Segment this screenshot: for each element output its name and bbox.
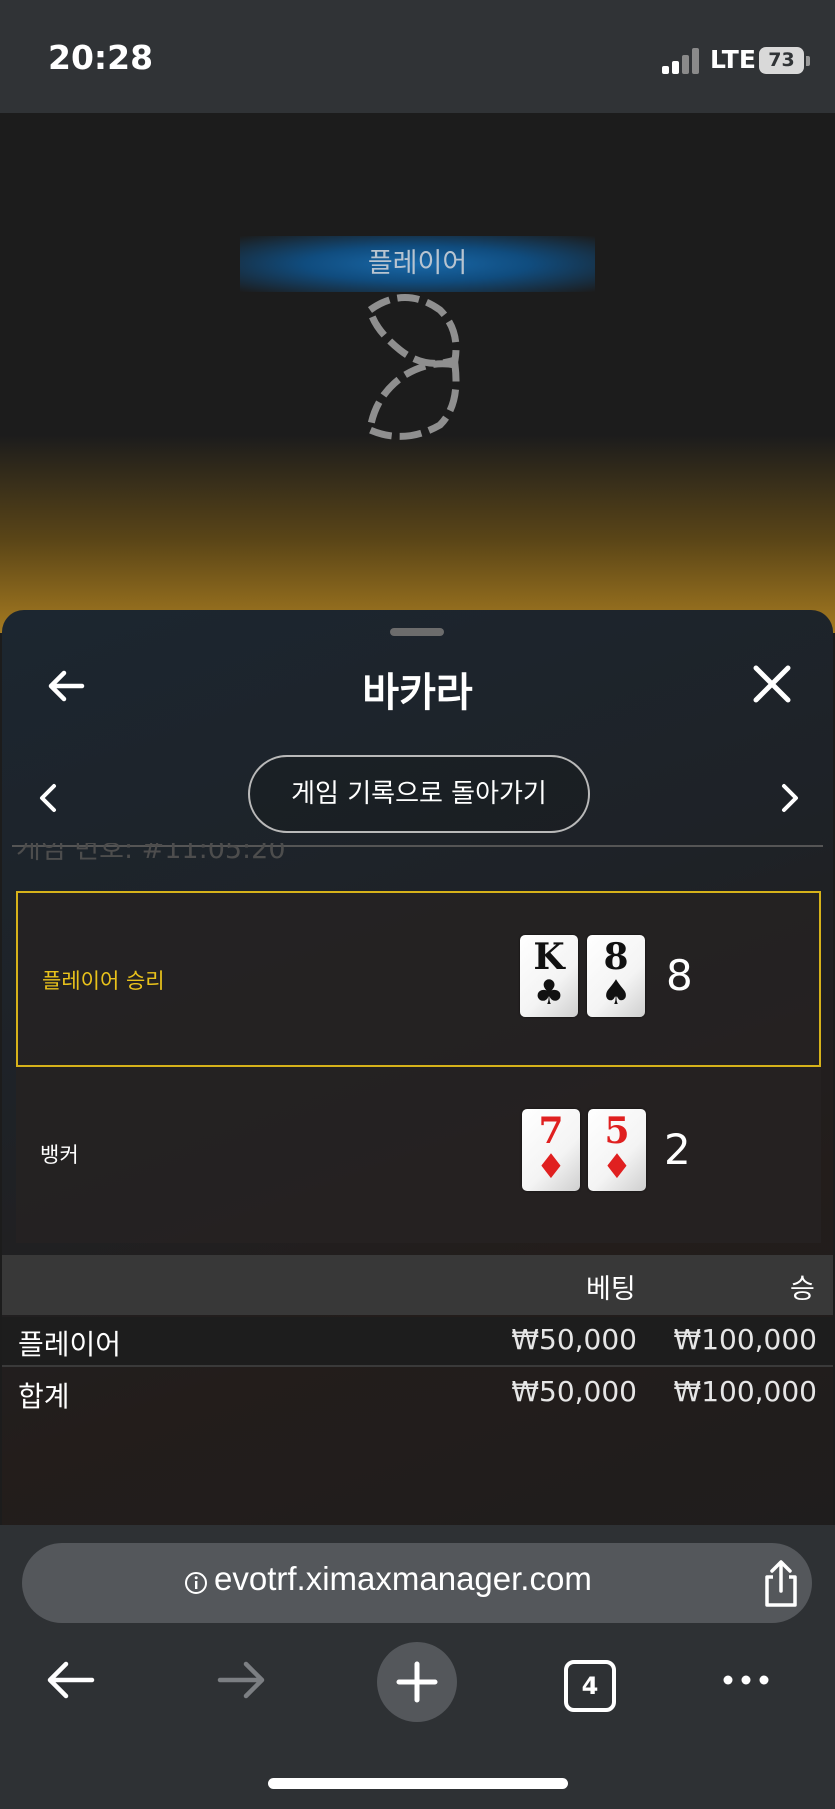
bet-amount: ₩50,000 — [511, 1323, 637, 1356]
bet-name: 플레이어 — [18, 1328, 122, 1361]
back-to-history-button[interactable]: 게임 기록으로 돌아가기 — [248, 755, 590, 833]
sheet-drag-handle[interactable] — [390, 628, 444, 636]
tabs-button[interactable]: 4 — [564, 1660, 616, 1712]
playing-card: 5 ♦ — [588, 1109, 646, 1191]
more-icon[interactable] — [718, 1650, 778, 1710]
status-time: 20:28 — [48, 38, 154, 77]
table-row: 합계 ₩50,000 ₩100,000 — [2, 1369, 833, 1419]
evolution-logo-icon — [366, 294, 460, 440]
player-hand-label: 플레이어 승리 — [42, 969, 165, 993]
bet-name: 합계 — [18, 1380, 70, 1413]
game-number: 게임 번호: #11:05:20 — [16, 843, 286, 865]
club-suit-icon: ♣ — [533, 973, 565, 1013]
banker-hand: 뱅커 7 ♦ 5 ♦ 2 — [16, 1067, 821, 1243]
table-row: 플레이어 ₩50,000 ₩100,000 — [2, 1317, 833, 1367]
bet-amount: ₩50,000 — [511, 1375, 637, 1408]
diamond-suit-icon: ♦ — [601, 1147, 633, 1187]
card-rank: 8 — [603, 936, 629, 978]
close-icon[interactable] — [750, 662, 794, 706]
player-total: 8 — [666, 951, 693, 1000]
browser-forward-icon[interactable] — [212, 1650, 272, 1710]
plus-icon — [396, 1661, 438, 1703]
network-type: LTE — [710, 45, 756, 74]
playing-card: K ♣ — [520, 935, 578, 1017]
share-icon[interactable] — [759, 1559, 803, 1609]
chevron-right-icon[interactable] — [774, 778, 804, 818]
status-bar: 20:28 LTE 73 — [0, 0, 835, 113]
win-column-header: 승 — [790, 1274, 815, 1305]
banker-hand-label: 뱅커 — [40, 1143, 79, 1167]
bets-table-header: 베팅 승 — [2, 1255, 833, 1315]
home-indicator[interactable] — [268, 1778, 568, 1789]
browser-back-icon[interactable] — [40, 1650, 100, 1710]
spade-suit-icon: ♠ — [600, 973, 632, 1013]
card-rank: 5 — [604, 1110, 630, 1152]
bet-column-header: 베팅 — [586, 1274, 636, 1305]
signal-icon — [662, 48, 702, 74]
diamond-suit-icon: ♦ — [535, 1147, 567, 1187]
round-details-sheet: 바카라 게임 기록으로 돌아가기 게임 번호: #11:05:20 플레이어 승… — [2, 610, 833, 1530]
browser-toolbar: evotrf.ximaxmanager.com 4 — [0, 1525, 835, 1809]
card-rank: K — [533, 936, 565, 978]
battery-tip — [806, 56, 810, 66]
playing-card: 7 ♦ — [522, 1109, 580, 1191]
win-amount: ₩100,000 — [673, 1323, 817, 1356]
player-hand: 플레이어 승리 K ♣ 8 ♠ 8 — [16, 891, 821, 1067]
battery-icon: 73 — [759, 47, 804, 74]
address-bar[interactable]: evotrf.ximaxmanager.com — [22, 1543, 812, 1623]
new-tab-button[interactable] — [377, 1642, 457, 1722]
win-amount: ₩100,000 — [673, 1375, 817, 1408]
url-text[interactable]: evotrf.ximaxmanager.com — [214, 1560, 592, 1598]
chevron-left-icon[interactable] — [34, 778, 64, 818]
info-icon[interactable] — [184, 1571, 208, 1595]
player-banner: 플레이어 — [240, 236, 595, 292]
playing-card: 8 ♠ — [587, 935, 645, 1017]
sheet-title: 바카라 — [362, 670, 473, 716]
card-rank: 7 — [538, 1110, 564, 1152]
banker-total: 2 — [664, 1125, 691, 1174]
